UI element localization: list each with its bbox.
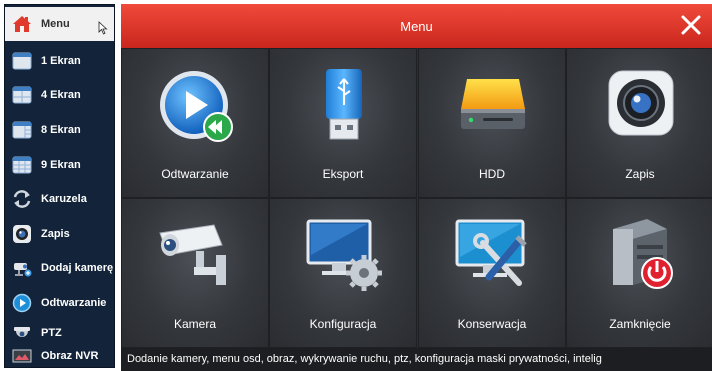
sidebar-item-8-ekran[interactable]: 8 Ekran [5, 113, 114, 147]
sidebar-item-label: Obraz NVR [41, 350, 99, 362]
sidebar-item-1-ekran[interactable]: 1 Ekran [5, 44, 114, 78]
play-icon [11, 292, 33, 314]
status-bar: Dodanie kamery, menu osd, obraz, wykrywa… [121, 348, 712, 371]
sidebar-item-label: 1 Ekran [41, 55, 81, 67]
sidebar-item-label: Odtwarzanie [41, 297, 107, 309]
window-title: Menu [400, 18, 433, 34]
tile-label: Zamknięcie [609, 317, 671, 331]
cycle-arrows-icon [11, 188, 33, 210]
tile-label: Eksport [322, 167, 364, 181]
monitor-tools-icon [455, 219, 527, 286]
tile-label: Konserwacja [457, 317, 527, 331]
sidebar-item-label: Karuzela [41, 193, 87, 205]
tile-hdd[interactable]: HDD [418, 48, 566, 198]
sidebar-item-dodaj-kamere[interactable]: Dodaj kamerę [5, 251, 114, 285]
home-icon [11, 13, 33, 35]
hard-drive-icon [461, 79, 525, 129]
screen-layout-icon [11, 84, 33, 106]
tile-zamkniecie[interactable]: Zamknięcie [566, 198, 712, 348]
camera-lens-icon [608, 70, 674, 136]
nvr-image-icon [11, 345, 33, 367]
tile-konfiguracja[interactable]: Konfiguracja [269, 198, 417, 348]
sidebar-item-label: Zapis [41, 228, 70, 240]
tile-zapis[interactable]: Zapis [566, 48, 712, 198]
sidebar-item-karuzela[interactable]: Karuzela [5, 182, 114, 216]
sidebar-item-label: 4 Ekran [41, 89, 81, 101]
sidebar-item-label: Dodaj kamerę [41, 262, 114, 274]
sidebar-item-menu[interactable]: Menu [5, 7, 114, 41]
playback-icon [160, 71, 233, 142]
dome-camera-icon [11, 322, 33, 344]
tile-kamera[interactable]: Kamera [121, 198, 269, 348]
usb-drive-icon [326, 69, 362, 140]
context-menu: Menu 1 Ekran 4 Ekran 8 Ekran 9 Ekran Kar… [4, 4, 115, 368]
sidebar-item-zapis[interactable]: Zapis [5, 217, 114, 251]
cctv-camera-icon [159, 224, 226, 285]
tile-label: Odtwarzanie [161, 167, 229, 181]
camera-lens-icon [11, 223, 33, 245]
tile-konserwacja[interactable]: Konserwacja [418, 198, 566, 348]
screen-layout-icon [11, 50, 33, 72]
sidebar-item-label: PTZ [41, 327, 62, 339]
tile-odtwarzanie[interactable]: Odtwarzanie [121, 48, 269, 198]
tile-label: Zapis [625, 167, 655, 181]
screen-layout-icon [11, 119, 33, 141]
sidebar-item-label: 9 Ekran [41, 159, 81, 171]
tile-label: HDD [479, 167, 505, 181]
tile-label: Konfiguracja [309, 317, 377, 331]
screen-layout-icon [11, 154, 33, 176]
add-camera-icon [11, 257, 33, 279]
main-menu-window: Menu Odtwarzanie Eksport HDD Zapis Kamer… [121, 4, 712, 371]
title-bar: Menu [121, 4, 712, 48]
sidebar-item-label: Menu [41, 18, 70, 30]
monitor-gear-icon [306, 219, 382, 291]
close-icon[interactable] [678, 12, 704, 38]
mouse-cursor-icon [98, 21, 108, 35]
server-power-icon [613, 219, 673, 289]
sidebar-item-9-ekran[interactable]: 9 Ekran [5, 148, 114, 182]
sidebar-item-4-ekran[interactable]: 4 Ekran [5, 78, 114, 112]
menu-grid: Odtwarzanie Eksport HDD Zapis Kamera Kon… [121, 48, 712, 348]
sidebar-item-label: 8 Ekran [41, 124, 81, 136]
sidebar-item-odtwarzanie[interactable]: Odtwarzanie [5, 286, 114, 320]
tile-eksport[interactable]: Eksport [269, 48, 417, 198]
sidebar-item-obraz-nvr[interactable]: Obraz NVR [5, 345, 114, 367]
tile-label: Kamera [173, 317, 217, 331]
